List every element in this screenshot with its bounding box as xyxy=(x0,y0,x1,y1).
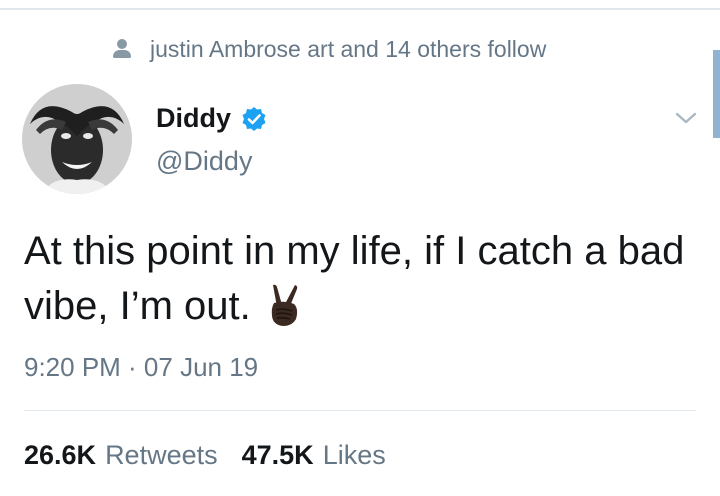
likes-label: Likes xyxy=(322,440,386,470)
retweets-stat[interactable]: 26.6K Retweets xyxy=(24,440,218,471)
person-icon xyxy=(112,37,132,61)
avatar[interactable] xyxy=(22,84,132,194)
retweets-label: Retweets xyxy=(105,440,218,470)
author-name-text: Diddy xyxy=(156,103,232,133)
stats-divider xyxy=(24,410,696,411)
tweet-text-body: At this point in my life, if I catch a b… xyxy=(24,229,685,328)
verified-badge-icon xyxy=(242,106,266,131)
retweets-count: 26.6K xyxy=(24,440,97,470)
victory-hand-icon xyxy=(271,284,298,326)
tweet-stats: 26.6K Retweets 47.5K Likes xyxy=(24,440,386,471)
tweet-timestamp[interactable]: 9:20 PM · 07 Jun 19 xyxy=(24,352,258,383)
chevron-down-icon[interactable] xyxy=(674,108,698,128)
tweet-detail-page: justin Ambrose art and 14 others follow … xyxy=(0,0,720,496)
social-context[interactable]: justin Ambrose art and 14 others follow xyxy=(112,32,546,66)
tweet-text: At this point in my life, if I catch a b… xyxy=(24,224,694,334)
author-handle[interactable]: @Diddy xyxy=(156,146,252,177)
social-context-text: justin Ambrose art and 14 others follow xyxy=(150,35,547,62)
likes-count: 47.5K xyxy=(241,440,314,470)
scrollbar-thumb[interactable] xyxy=(713,50,720,138)
top-divider xyxy=(0,8,720,10)
author-name[interactable]: Diddy xyxy=(156,103,267,134)
likes-stat[interactable]: 47.5K Likes xyxy=(242,440,386,471)
